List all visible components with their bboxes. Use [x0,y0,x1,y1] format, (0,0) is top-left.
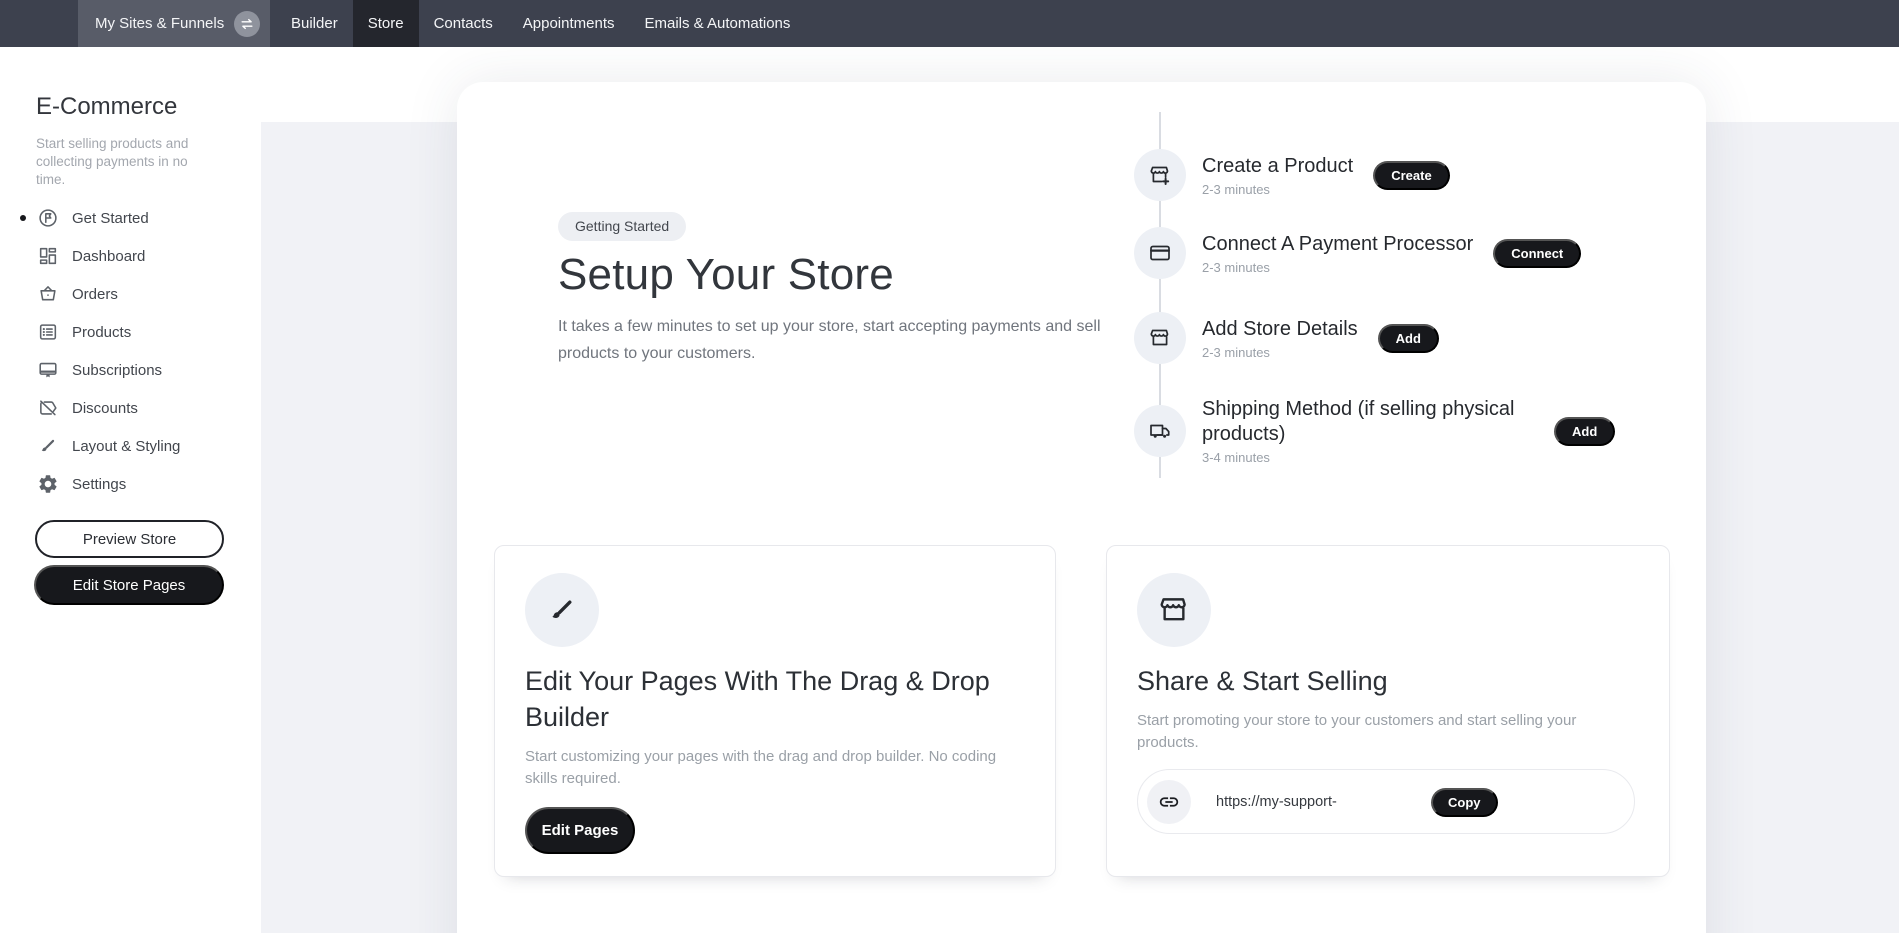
active-dot [20,215,26,221]
sidebar-item-subscriptions[interactable]: Subscriptions [0,351,261,389]
checklist-duration: 3-4 minutes [1202,450,1534,465]
dashboard-icon [37,245,59,267]
preview-store-button[interactable]: Preview Store [35,520,224,558]
checklist-item-shipping-method: Shipping Method (if selling physical pro… [1134,397,1615,465]
card-title: Edit Your Pages With The Drag & Drop Bui… [525,663,1025,735]
checklist-duration: 2-3 minutes [1202,182,1353,197]
nav-item-emails-automations[interactable]: Emails & Automations [630,0,806,47]
copy-button[interactable]: Copy [1431,788,1498,817]
brush-icon [525,573,599,647]
hero-section: Getting Started Setup Your Store It take… [558,212,1158,367]
brush-icon [37,435,59,457]
list-icon [37,321,59,343]
sidebar-item-label: Discounts [72,400,138,417]
sidebar-item-label: Layout & Styling [72,438,180,455]
checklist-item-payment-processor: Connect A Payment Processor 2-3 minutes … [1134,227,1581,279]
top-nav: My Sites & Funnels Builder Store Contact… [0,0,1899,47]
checklist-title: Connect A Payment Processor [1202,232,1473,257]
sidebar-item-label: Dashboard [72,248,145,265]
workspace-label: My Sites & Funnels [95,15,224,32]
credit-card-icon [1134,227,1186,279]
basket-icon [37,283,59,305]
setup-panel: Getting Started Setup Your Store It take… [457,82,1706,933]
sidebar-item-label: Get Started [72,210,149,227]
sidebar-item-layout-styling[interactable]: Layout & Styling [0,427,261,465]
sidebar-item-label: Orders [72,286,118,303]
nav-item-builder[interactable]: Builder [276,0,353,47]
edit-pages-card: Edit Your Pages With The Drag & Drop Bui… [494,545,1056,877]
add-store-details-button[interactable]: Add [1378,324,1439,353]
sidebar-item-label: Subscriptions [72,362,162,379]
card-description: Start promoting your store to your custo… [1137,710,1615,754]
flag-circle-icon [37,207,59,229]
sidebar-item-discounts[interactable]: Discounts [0,389,261,427]
storefront-icon [1134,312,1186,364]
edit-store-pages-button[interactable]: Edit Store Pages [34,565,224,605]
add-shipping-button[interactable]: Add [1554,417,1615,446]
gear-icon [37,473,59,495]
getting-started-badge: Getting Started [558,212,686,241]
page-description: It takes a few minutes to set up your st… [558,313,1146,367]
nav-item-contacts[interactable]: Contacts [419,0,508,47]
sidebar-item-label: Settings [72,476,126,493]
connect-button[interactable]: Connect [1493,239,1581,268]
checklist-duration: 2-3 minutes [1202,345,1358,360]
monitor-icon [37,359,59,381]
sidebar-subtitle: Start selling products and collecting pa… [36,135,216,189]
checklist-item-store-details: Add Store Details 2-3 minutes Add [1134,312,1439,364]
sidebar: E-Commerce Start selling products and co… [0,47,261,933]
sidebar-title: E-Commerce [36,93,261,121]
page-title: Setup Your Store [558,250,1158,300]
create-button[interactable]: Create [1373,161,1449,190]
sidebar-item-products[interactable]: Products [0,313,261,351]
share-selling-card: Share & Start Selling Start promoting yo… [1106,545,1670,877]
checklist-title: Shipping Method (if selling physical pro… [1202,397,1534,447]
store-url-link[interactable]: https://my-support- [1216,794,1337,810]
storefront-icon [1137,573,1211,647]
checklist-title: Create a Product [1202,154,1353,179]
store-link-field: https://my-support- Copy [1137,769,1635,834]
checklist-duration: 2-3 minutes [1202,260,1473,275]
card-description: Start customizing your pages with the dr… [525,746,1011,790]
sidebar-item-dashboard[interactable]: Dashboard [0,237,261,275]
store-add-icon [1134,149,1186,201]
discount-tag-icon [37,397,59,419]
nav-item-appointments[interactable]: Appointments [508,0,630,47]
checklist-item-create-product: Create a Product 2-3 minutes Create [1134,149,1450,201]
nav-item-store[interactable]: Store [353,0,419,47]
sidebar-menu: Get Started Dashboard [0,199,261,503]
sidebar-item-label: Products [72,324,131,341]
workspace-switcher[interactable]: My Sites & Funnels [78,0,270,47]
truck-icon [1134,405,1186,457]
swap-icon[interactable] [234,11,260,37]
sidebar-item-orders[interactable]: Orders [0,275,261,313]
sidebar-item-get-started[interactable]: Get Started [0,199,261,237]
link-icon [1147,780,1191,824]
top-nav-items: Builder Store Contacts Appointments Emai… [276,0,805,47]
card-title: Share & Start Selling [1137,663,1639,699]
sidebar-item-settings[interactable]: Settings [0,465,261,503]
edit-pages-button[interactable]: Edit Pages [525,807,635,854]
main-content: Getting Started Setup Your Store It take… [261,47,1899,933]
checklist-title: Add Store Details [1202,317,1358,342]
